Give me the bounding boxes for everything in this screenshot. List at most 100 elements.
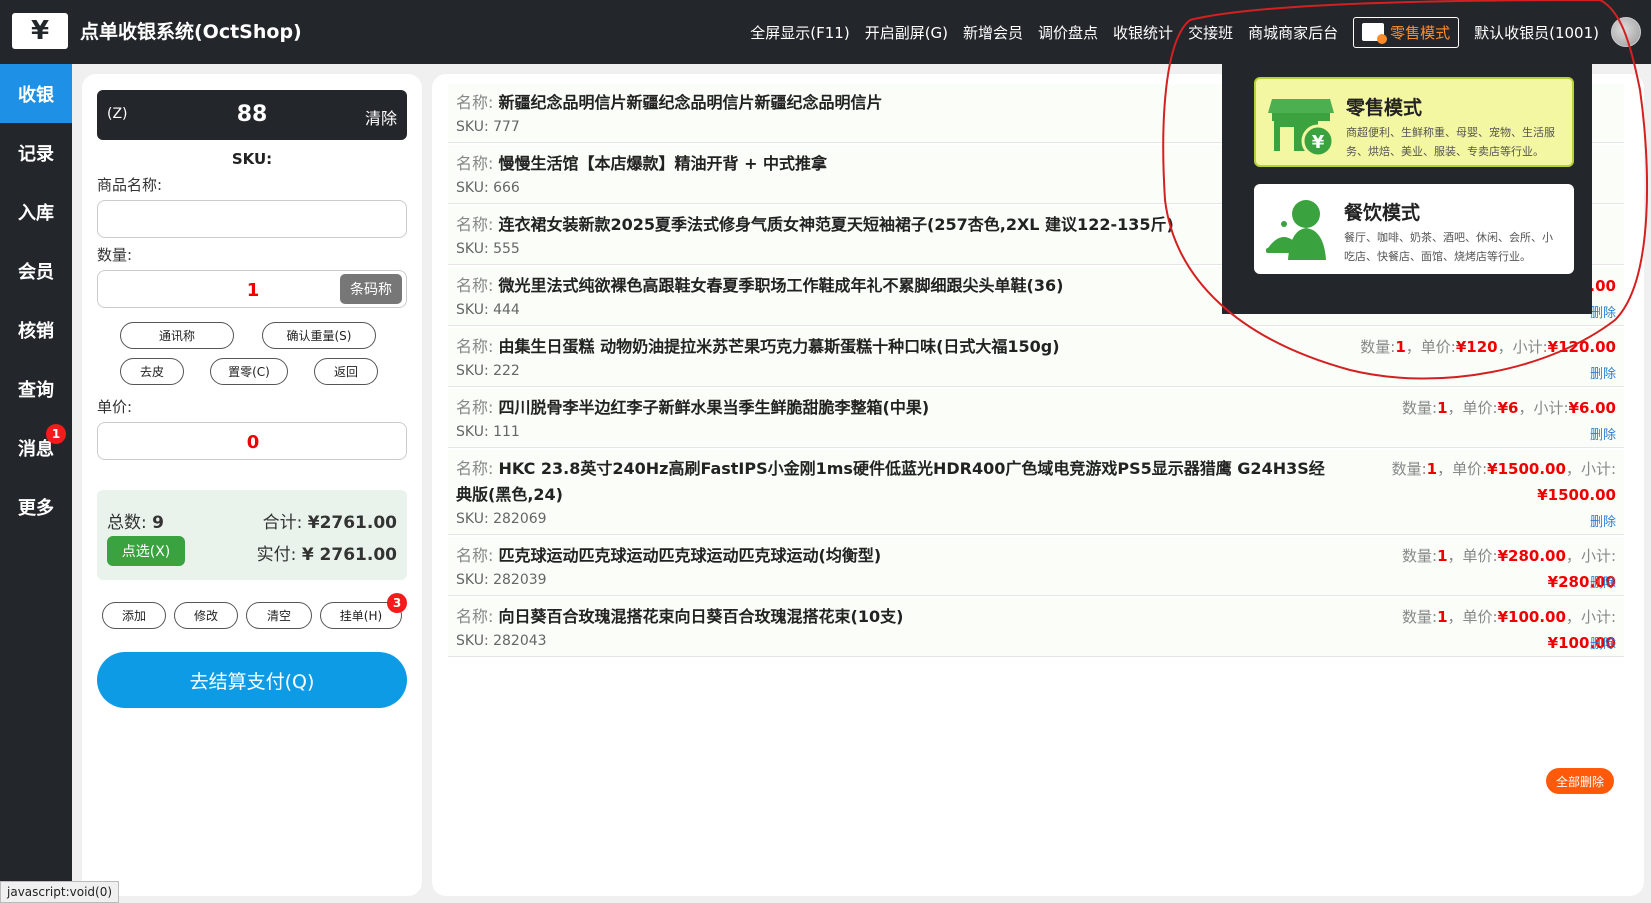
select-button[interactable]: 点选(X) — [107, 536, 185, 566]
unit-price-value: ¥120 — [1455, 338, 1498, 356]
delete-item-link[interactable]: 删除 — [1590, 424, 1616, 443]
delete-item-link[interactable]: 删除 — [1590, 572, 1616, 591]
sidebar-item-cashier[interactable]: 收银 — [0, 64, 72, 123]
sku-value: 777 — [493, 119, 520, 135]
qty-label: 数量: — [1360, 338, 1396, 356]
sku-value: 282069 — [493, 511, 547, 527]
checkout-button[interactable]: 去结算支付(Q) — [97, 652, 407, 708]
sku-label: SKU: — [456, 302, 489, 318]
top-header: ¥ 点单收银系统(OctShop) 全屏显示(F11) 开启副屏(G) 新增会员… — [0, 0, 1651, 64]
app-title: 点单收银系统(OctShop) — [80, 21, 302, 43]
sidebar-item-query[interactable]: 查询 — [0, 359, 72, 418]
sidebar-item-more[interactable]: 更多 — [0, 477, 72, 536]
cart-item-sku: SKU: 282069 — [456, 508, 1616, 530]
sidebar-item-records[interactable]: 记录 — [0, 123, 72, 182]
cart-row[interactable]: 名称: 四川脱骨李半边红李子新鲜水果当季生鲜脆甜脆李整箱(中果) SKU: 111… — [448, 389, 1624, 448]
qty-label: 数量: — [1402, 399, 1438, 417]
sidebar: 收银 记录 入库 会员 核销 查询 消息 1 更多 — [0, 64, 72, 903]
modify-button[interactable]: 修改 — [174, 602, 238, 629]
delete-item-link[interactable]: 删除 — [1590, 363, 1616, 382]
clear-scan-button[interactable]: 清除 — [365, 105, 397, 129]
retail-mode-option[interactable]: ¥ 零售模式 商超便利、生鲜称重、母婴、宠物、生活服务、烘焙、美业、服装、专卖店… — [1254, 77, 1574, 167]
avatar[interactable] — [1611, 17, 1641, 47]
nav-merchant-backend[interactable]: 商城商家后台 — [1248, 22, 1338, 43]
sidebar-item-members[interactable]: 会员 — [0, 241, 72, 300]
food-mode-title: 餐饮模式 — [1344, 202, 1421, 224]
nav-second-screen[interactable]: 开启副屏(G) — [865, 22, 948, 43]
sidebar-item-label: 核销 — [18, 320, 54, 342]
subtotal-label: 小计: — [1580, 460, 1616, 478]
cart-row[interactable]: 名称: 由集生日蛋糕 动物奶油提拉米苏芒果巧克力慕斯蛋糕十种口味(日式大福150… — [448, 328, 1624, 387]
nav-cashier-stats[interactable]: 收银统计 — [1113, 22, 1173, 43]
tare-button[interactable]: 去皮 — [120, 358, 184, 385]
clear-all-button[interactable]: 清空 — [246, 602, 312, 629]
sidebar-item-messages[interactable]: 消息 1 — [0, 418, 72, 477]
sidebar-item-verify[interactable]: 核销 — [0, 300, 72, 359]
shop-icon — [1362, 23, 1388, 44]
qty-label: 数量: — [1402, 608, 1438, 626]
logo-icon: ¥ — [12, 13, 68, 49]
name-label: 名称: — [456, 337, 494, 356]
sku-value: 282043 — [493, 633, 547, 649]
sku-label: SKU: — [456, 511, 489, 527]
barcode-display: (Z) 88 清除 — [97, 90, 407, 140]
name-label: 名称: — [456, 459, 494, 478]
sku-value: 666 — [493, 180, 520, 196]
nav-fullscreen[interactable]: 全屏显示(F11) — [750, 22, 849, 43]
retail-mode-title: 零售模式 — [1346, 97, 1423, 119]
sku-value: 444 — [493, 302, 520, 318]
unit-price-input[interactable]: 0 — [97, 422, 407, 460]
quantity-input[interactable]: 1 条码称 — [97, 270, 407, 308]
unit-price-label: 单价: — [1420, 338, 1456, 356]
unit-price-label: 单价: — [1462, 399, 1498, 417]
item-name: 微光里法式纯欲裸色高跟鞋女春夏季职场工作鞋成年礼不累脚细跟尖头单鞋(36) — [498, 276, 1064, 295]
item-name: 向日葵百合玫瑰混搭花束向日葵百合玫瑰混搭花束(10支) — [498, 607, 904, 626]
comm-scale-button[interactable]: 通讯称 — [120, 322, 234, 349]
hold-order-button[interactable]: 挂单(H) 3 — [320, 593, 407, 629]
nav-shift-handover[interactable]: 交接班 — [1188, 22, 1233, 43]
barcode-scale-button[interactable]: 条码称 — [340, 274, 402, 304]
back-button[interactable]: 返回 — [314, 358, 378, 385]
cart-item-pricing: 数量:1，单价:¥100.00，小计:¥100.00 — [1402, 608, 1616, 652]
nav-price-stocktake[interactable]: 调价盘点 — [1038, 22, 1098, 43]
qty-value: 1 — [1437, 399, 1448, 417]
cart-row[interactable]: 名称: 匹克球运动匹克球运动匹克球运动匹克球运动(均衡型) SKU: 282039… — [448, 537, 1624, 596]
cart-item-pricing: 数量:1，单价:¥120，小计:¥120.00 — [1360, 338, 1616, 356]
paid-amount: 实付: ¥ 2761.00 — [257, 540, 397, 565]
cart-item-pricing: 数量:1，单价:¥1500.00，小计:¥1500.00 — [1391, 460, 1616, 504]
confirm-weight-button[interactable]: 确认重量(S) — [262, 322, 376, 349]
delete-all-button[interactable]: 全部删除 — [1546, 768, 1614, 794]
sku-value: 555 — [493, 241, 520, 257]
cart-row[interactable]: 名称: 向日葵百合玫瑰混搭花束向日葵百合玫瑰混搭花束(10支) SKU: 2820… — [448, 598, 1624, 657]
sidebar-item-stock-in[interactable]: 入库 — [0, 182, 72, 241]
item-name: 匹克球运动匹克球运动匹克球运动匹克球运动(均衡型) — [498, 546, 882, 565]
zero-button[interactable]: 置零(C) — [210, 358, 288, 385]
delete-item-link[interactable]: 删除 — [1590, 511, 1616, 530]
subtotal-label: 小计: — [1512, 338, 1548, 356]
cashier-name[interactable]: 默认收银员(1001) — [1474, 22, 1599, 43]
food-mode-option[interactable]: 餐饮模式 餐厅、咖啡、奶茶、酒吧、休闲、会所、小吃店、快餐店、面馆、烧烤店等行业… — [1254, 184, 1574, 274]
item-name: 连衣裙女装新款2025夏季法式修身气质女神范夏天短袖裙子(257杏色,2XL 建… — [498, 215, 1174, 234]
quantity-label: 数量: — [97, 246, 133, 264]
sku-label: SKU: — [456, 119, 489, 135]
product-name-input[interactable] — [97, 200, 407, 238]
delete-item-link[interactable]: 删除 — [1590, 302, 1616, 321]
sku-label: SKU: — [456, 633, 489, 649]
nav-add-member[interactable]: 新增会员 — [963, 22, 1023, 43]
food-mode-description: 餐厅、咖啡、奶茶、酒吧、休闲、会所、小吃店、快餐店、面馆、烧烤店等行业。 — [1344, 231, 1553, 263]
retail-mode-description: 商超便利、生鲜称重、母婴、宠物、生活服务、烘焙、美业、服装、专卖店等行业。 — [1346, 126, 1555, 158]
cart-item-sku: SKU: 111 — [456, 421, 1616, 443]
add-button[interactable]: 添加 — [102, 602, 166, 629]
sidebar-item-label: 记录 — [18, 143, 54, 165]
subtotal-value: ¥1500.00 — [1537, 486, 1616, 504]
delete-item-link[interactable]: 删除 — [1590, 633, 1616, 652]
unit-price-label: 单价: — [97, 398, 133, 416]
sku-label: SKU: — [456, 363, 489, 379]
name-label: 名称: — [456, 398, 494, 417]
mode-switch-button[interactable]: 零售模式 — [1353, 16, 1460, 48]
name-label: 名称: — [456, 93, 494, 112]
paid-amount-label: 实付: — [256, 545, 297, 565]
sidebar-item-label: 查询 — [18, 379, 54, 401]
subtotal-value: ¥6.00 — [1568, 399, 1616, 417]
cart-row[interactable]: 名称: HKC 23.8英寸240Hz高刷FastIPS小金刚1ms硬件低蓝光H… — [448, 450, 1624, 535]
